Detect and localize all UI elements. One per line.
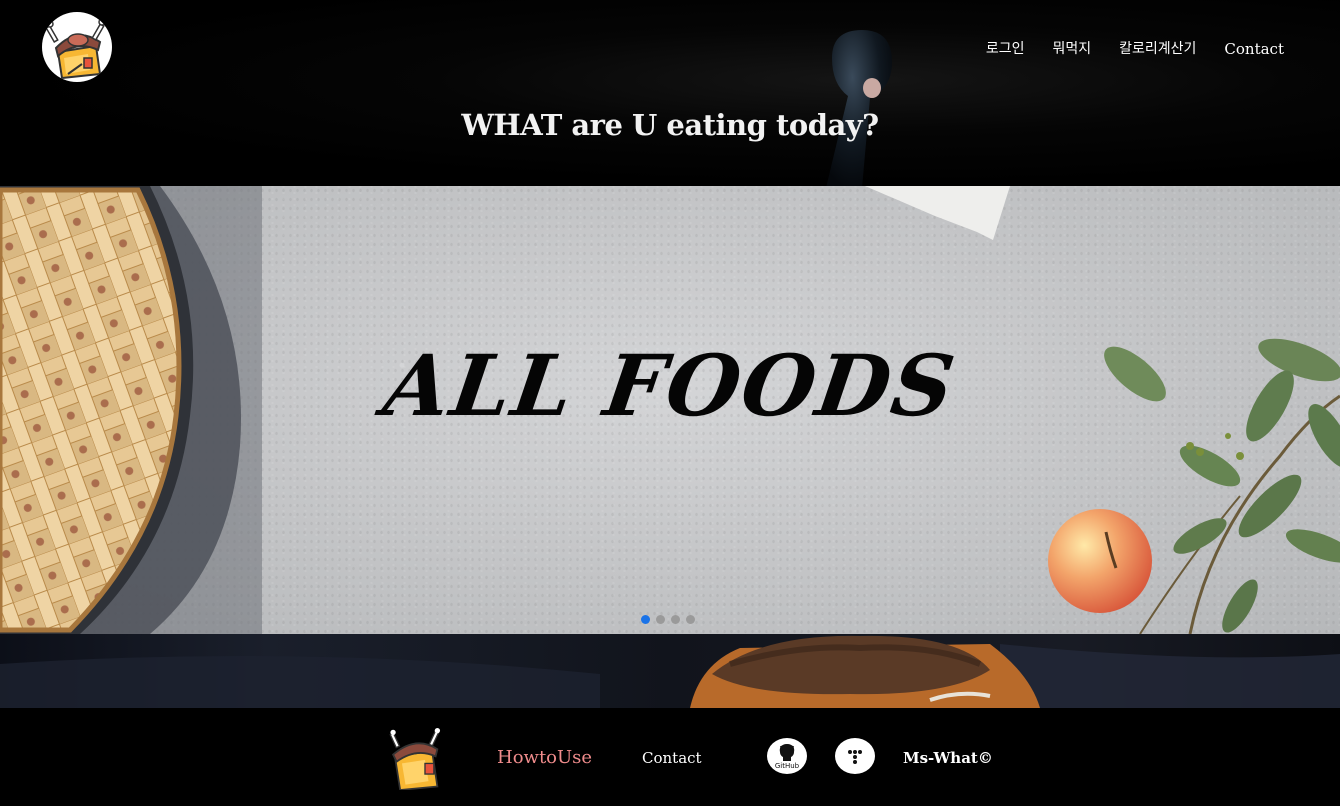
carousel-dot-1[interactable]: [641, 615, 650, 624]
nav-what-to-eat[interactable]: 뭐먹지: [1053, 39, 1092, 59]
carousel-indicators: [641, 615, 695, 624]
napkin-decoration: [865, 186, 1010, 240]
carousel-dot-4[interactable]: [686, 615, 695, 624]
footer-copyright: Ms-What©: [903, 749, 993, 767]
burger-image: [0, 635, 1340, 708]
carousel-dot-3[interactable]: [671, 615, 680, 624]
footer-howto-link[interactable]: HowtoUse: [497, 747, 592, 768]
carousel-dot-2[interactable]: [656, 615, 665, 624]
tistory-icon: [848, 750, 862, 764]
footer-contact-link[interactable]: Contact: [642, 749, 702, 767]
food-box-logo-icon: [45, 18, 106, 80]
site-header: 로그인 뭐먹지 칼로리계산기 Contact WHAT are U eating…: [0, 0, 1340, 188]
site-footer: HowtoUse Contact GitHub Ms-What©: [0, 708, 1340, 806]
main-nav: 로그인 뭐먹지 칼로리계산기 Contact: [958, 39, 1284, 59]
nav-login[interactable]: 로그인: [986, 39, 1025, 59]
site-logo[interactable]: [42, 12, 112, 82]
nav-calorie-calculator[interactable]: 칼로리계산기: [1119, 39, 1196, 59]
github-button[interactable]: GitHub: [767, 738, 807, 774]
github-icon: GitHub: [775, 744, 800, 770]
food-box-logo-icon[interactable]: [386, 728, 448, 790]
tistory-button[interactable]: [835, 738, 875, 774]
nav-contact[interactable]: Contact: [1224, 39, 1284, 59]
github-label: GitHub: [775, 762, 800, 770]
hero-carousel: ALL FOODS: [0, 186, 1340, 634]
leaves-apple-image: [1048, 338, 1340, 634]
page-tagline: WHAT are U eating today?: [461, 108, 879, 142]
burger-image-strip: [0, 634, 1340, 708]
